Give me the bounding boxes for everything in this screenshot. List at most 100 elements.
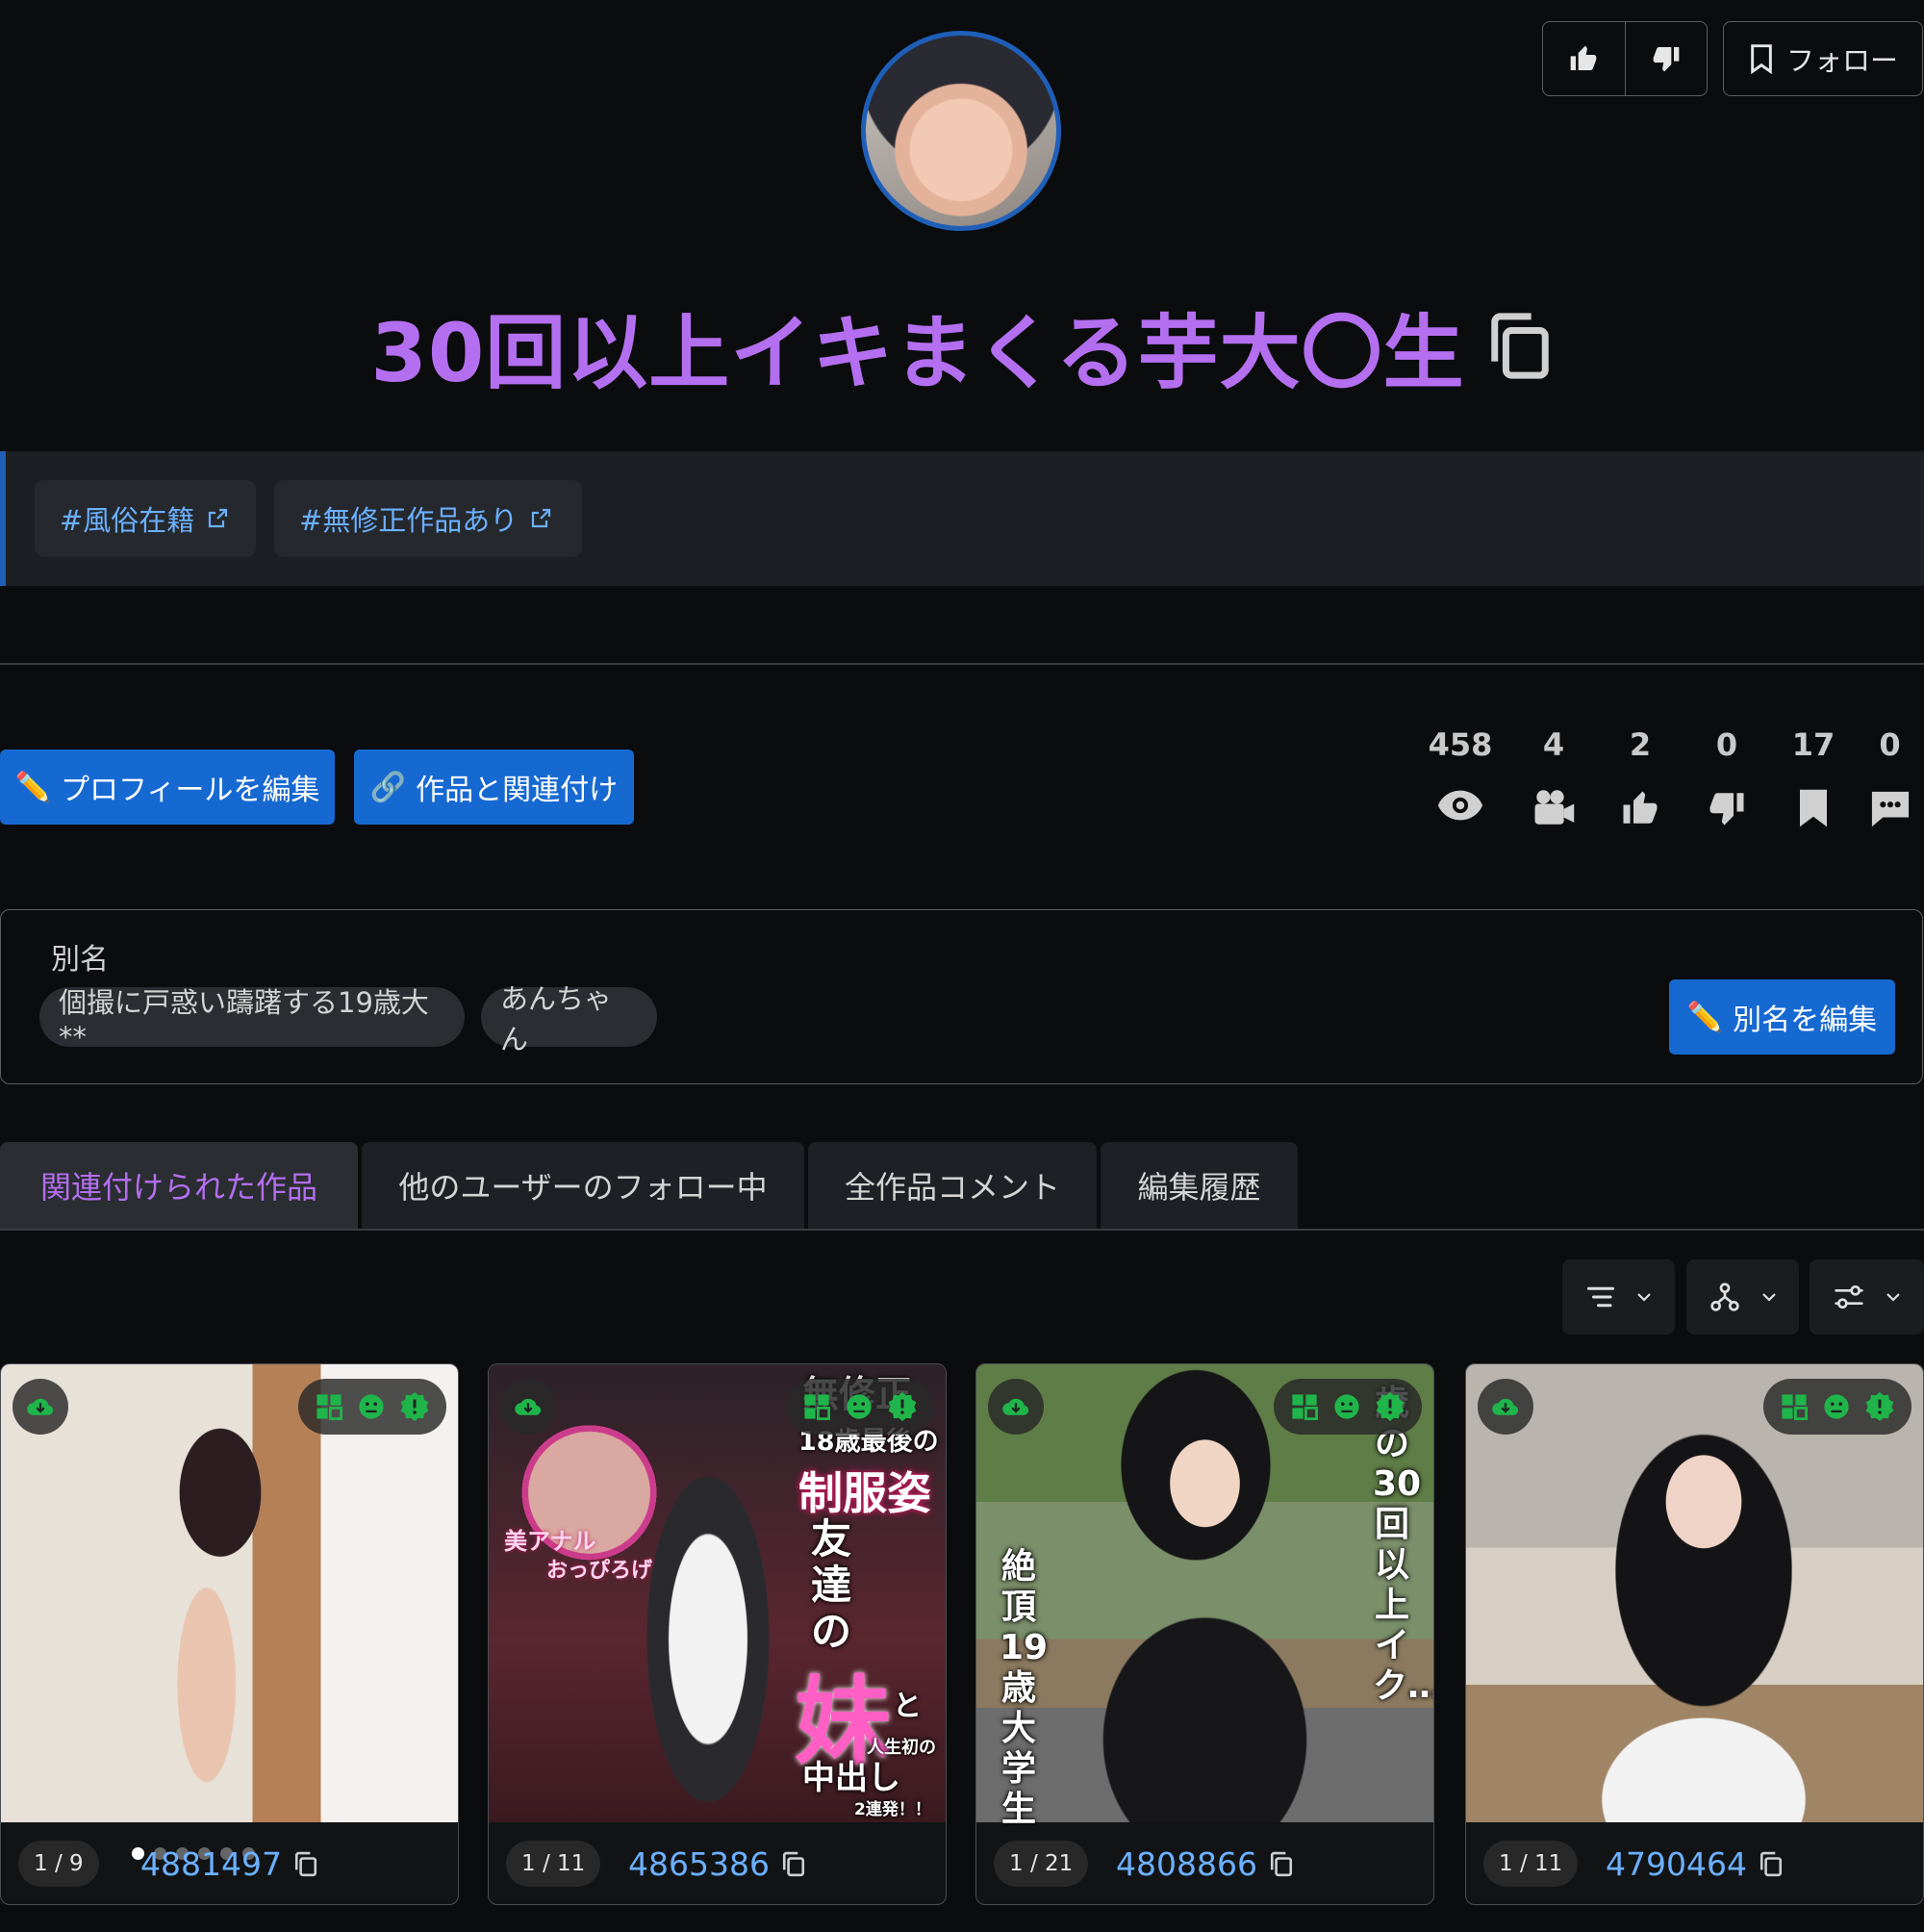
work-id-row: 4865386	[489, 1822, 946, 1904]
work-card[interactable]: 1 / 9 4881497	[0, 1363, 459, 1905]
edit-alias-button[interactable]: ✏️ 別名を編集	[1669, 979, 1895, 1055]
tag-chip[interactable]: #無修正作品あり	[274, 480, 582, 557]
tag-chip[interactable]: #風俗在籍	[35, 480, 256, 557]
tab-linked-works[interactable]: 関連付けられた作品	[0, 1142, 358, 1229]
thumbs-down-icon	[1709, 793, 1744, 826]
copy-icon[interactable]	[1486, 310, 1554, 385]
work-id-link[interactable]: 4865386	[628, 1845, 770, 1883]
work-id-row: 4881497	[1, 1822, 458, 1904]
overlay-anal2: おっぴろげ	[546, 1559, 653, 1583]
copy-icon[interactable]	[781, 1850, 806, 1879]
work-card[interactable]: 絶頂19歳大学生 歳の30回以上イク… 1 / 21 4808866	[975, 1363, 1434, 1905]
stat-dislikes: 0	[1684, 726, 1770, 828]
edit-profile-button[interactable]: ✏️ プロフィールを編集	[0, 750, 335, 825]
overlay-friend: 友達の	[811, 1515, 852, 1655]
pencil-icon: ✏️	[1686, 1000, 1724, 1034]
cloud-download-icon[interactable]	[1478, 1379, 1533, 1435]
tab-bar: 関連付けられた作品 他のユーザーのフォロー中 全作品コメント 編集履歴	[0, 1142, 1924, 1231]
cloud-download-icon[interactable]	[500, 1379, 556, 1435]
work-id-link[interactable]: 4881497	[140, 1845, 282, 1883]
copy-icon[interactable]	[293, 1850, 318, 1879]
overlay-mid: 制服姿	[798, 1467, 931, 1519]
overlay-creampie: 中出し	[802, 1759, 900, 1797]
thumbs-up-icon	[1570, 45, 1597, 70]
chevron-down-icon	[1761, 1293, 1776, 1302]
stat-views: 458	[1417, 726, 1504, 823]
copy-icon[interactable]	[1269, 1850, 1294, 1879]
tab-label: 他のユーザーのフォロー中	[398, 1169, 768, 1206]
page-title: 30回以上イキまくる芋大〇生	[370, 306, 1465, 400]
bookmark-icon	[1751, 44, 1772, 74]
stat-works: 4	[1510, 726, 1597, 826]
work-id-row: 4790464	[1466, 1822, 1923, 1904]
video-camera-icon	[1534, 790, 1575, 825]
grid-icon	[804, 1394, 830, 1420]
stat-value: 0	[1879, 726, 1901, 763]
edit-profile-label: プロフィールを編集	[60, 774, 320, 807]
neutral-face-icon	[847, 1394, 872, 1419]
alert-badge-icon	[400, 1392, 429, 1421]
alert-badge-icon	[1376, 1392, 1405, 1421]
copy-icon[interactable]	[1759, 1850, 1784, 1879]
work-card[interactable]: 無修正 18歳最後の 制服姿 友達の 妹 と 人生初の 中出し 2連発！！ 美ア…	[488, 1363, 947, 1905]
alert-badge-icon	[888, 1392, 917, 1421]
page-title-row: 30回以上イキまくる芋大〇生	[0, 289, 1924, 405]
tab-label: 関連付けられた作品	[39, 1169, 317, 1206]
alias-text: 個撮に戸惑い躊躇する19歳大**	[59, 986, 429, 1054]
stat-value: 17	[1791, 726, 1835, 763]
like-button[interactable]	[1543, 22, 1625, 95]
work-card[interactable]: 1 / 11 4790464	[1465, 1363, 1924, 1905]
edit-alias-label: 別名を編集	[1733, 1004, 1878, 1037]
follow-label: フォロー	[1785, 44, 1898, 77]
dislike-button[interactable]	[1624, 22, 1708, 95]
group-dropdown[interactable]	[1686, 1259, 1799, 1335]
neutral-face-icon	[359, 1394, 384, 1419]
avatar	[861, 31, 1061, 231]
badge-group	[298, 1379, 446, 1435]
chevron-down-icon	[1636, 1293, 1651, 1302]
chevron-down-icon	[1886, 1293, 1900, 1302]
tab-following[interactable]: 他のユーザーのフォロー中	[362, 1142, 804, 1229]
alias-label: 別名	[51, 943, 109, 977]
overlay-left: 絶頂19歳大学生	[1000, 1547, 1049, 1829]
grid-icon	[1782, 1394, 1808, 1420]
eye-icon	[1437, 790, 1483, 821]
thumbs-down-icon	[1653, 47, 1680, 72]
badge-group	[1274, 1379, 1422, 1435]
link-works-button[interactable]: 🔗 作品と関連付け	[354, 750, 634, 825]
badge-group	[1763, 1379, 1911, 1435]
grid-icon	[316, 1394, 342, 1420]
external-link-icon	[532, 508, 551, 528]
tab-edit-history[interactable]: 編集履歴	[1101, 1142, 1298, 1229]
comment-icon	[1871, 791, 1909, 827]
filter-dropdown[interactable]	[1810, 1259, 1924, 1335]
alias-panel: 別名 個撮に戸惑い躊躇する19歳大** あんちゃん ✏️ 別名を編集	[0, 909, 1923, 1084]
cloud-download-icon[interactable]	[988, 1379, 1044, 1435]
neutral-face-icon	[1824, 1394, 1849, 1419]
overlay-to: と	[893, 1690, 922, 1723]
divider	[0, 663, 1924, 665]
external-link-icon	[209, 508, 228, 528]
stat-value: 0	[1715, 726, 1738, 763]
overlay-anal1: 美アナル	[504, 1528, 596, 1555]
work-id-link[interactable]: 4790464	[1606, 1845, 1747, 1883]
stat-value: 2	[1629, 726, 1652, 763]
hierarchy-icon	[1709, 1283, 1739, 1311]
tag-label: #風俗在籍	[60, 504, 195, 537]
cloud-download-icon[interactable]	[13, 1379, 68, 1435]
grid-icon	[1292, 1394, 1318, 1420]
stat-bookmarks: 17	[1770, 726, 1857, 828]
stat-value: 4	[1542, 726, 1565, 763]
thumbs-up-icon	[1623, 791, 1658, 824]
work-id-link[interactable]: 4808866	[1116, 1845, 1257, 1883]
badge-group	[786, 1379, 934, 1435]
work-id-row: 4808866	[976, 1822, 1433, 1904]
sort-dropdown[interactable]	[1562, 1259, 1675, 1335]
tab-all-comments[interactable]: 全作品コメント	[808, 1142, 1097, 1229]
alias-text: あんちゃん	[500, 982, 613, 1055]
alias-chip: 個撮に戸惑い躊躇する19歳大**	[39, 986, 465, 1054]
vote-group	[1542, 21, 1708, 96]
stat-comments: 0	[1856, 726, 1924, 828]
overlay-renpatsu: 2連発！！	[854, 1800, 931, 1819]
follow-button[interactable]: フォロー	[1723, 21, 1923, 96]
